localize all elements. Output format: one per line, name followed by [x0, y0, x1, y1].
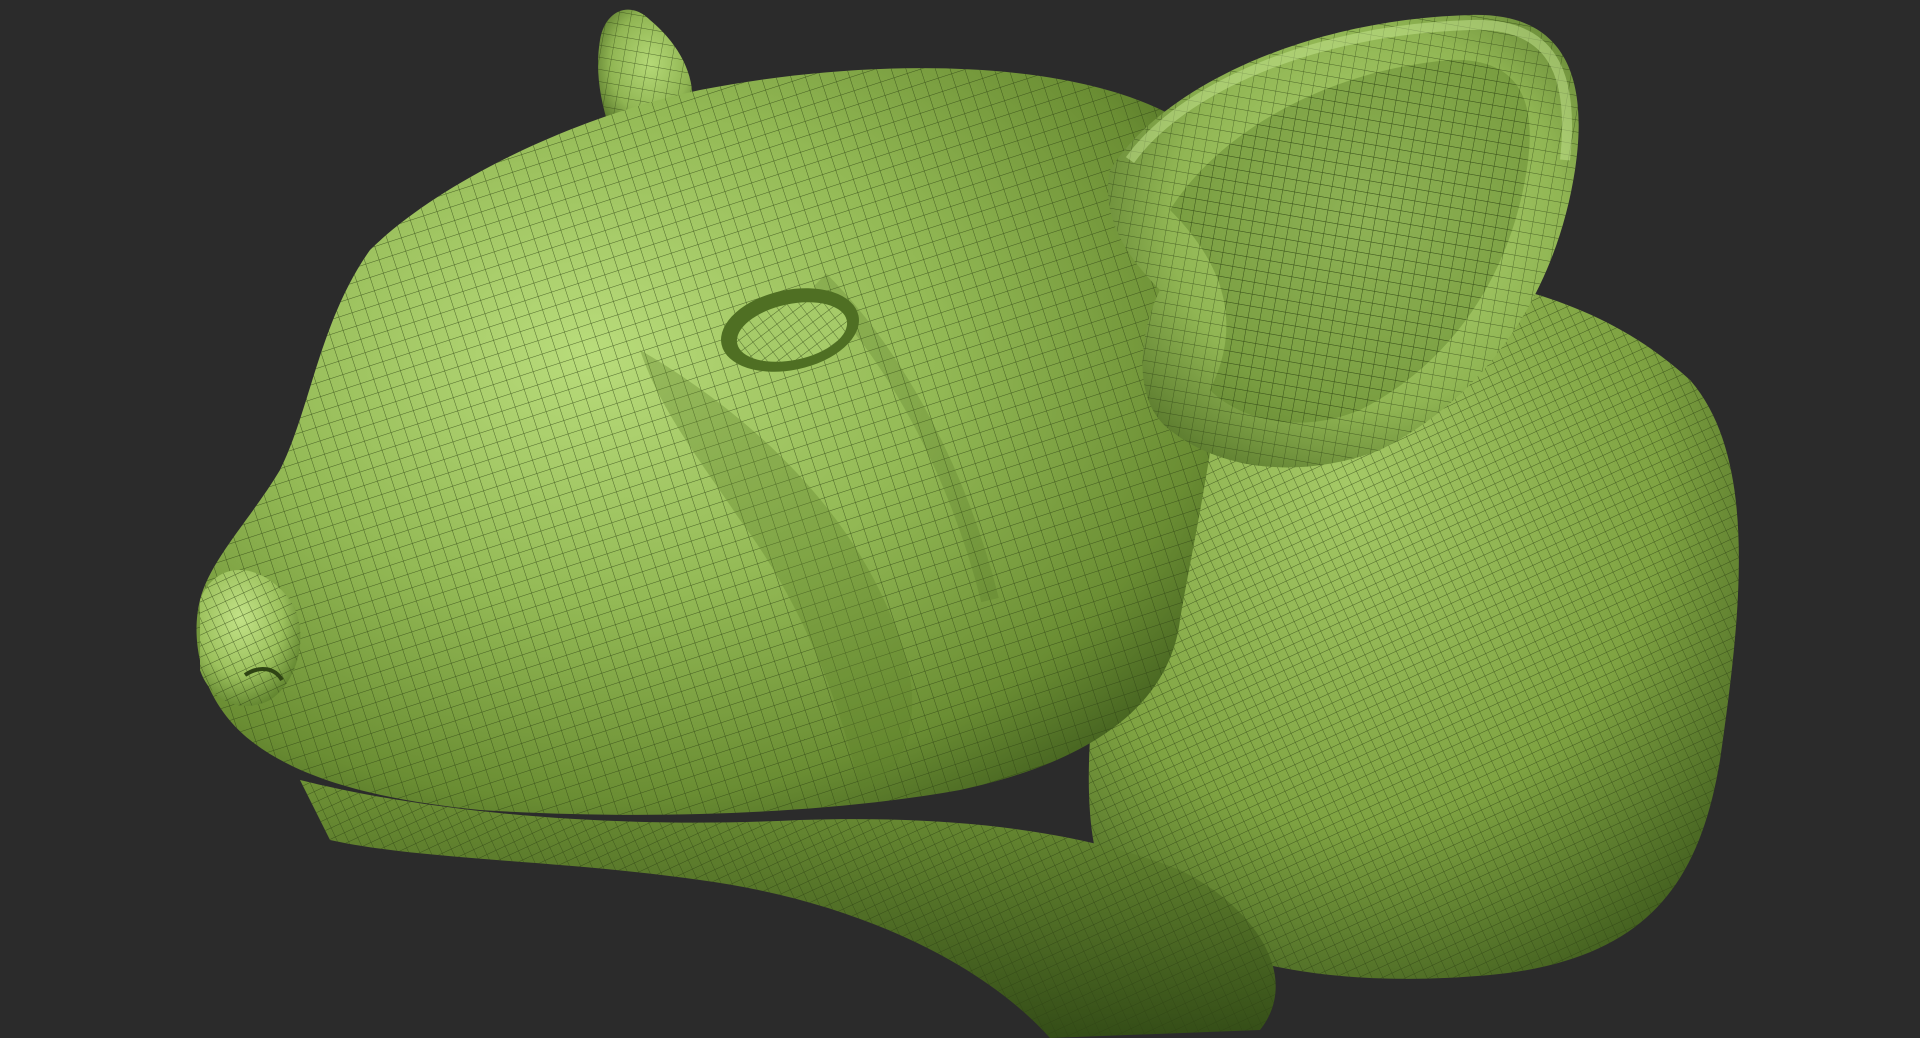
- viewport-canvas[interactable]: [0, 0, 1920, 1038]
- 3d-viewport[interactable]: [0, 0, 1920, 1038]
- head-mesh[interactable]: [196, 68, 1231, 815]
